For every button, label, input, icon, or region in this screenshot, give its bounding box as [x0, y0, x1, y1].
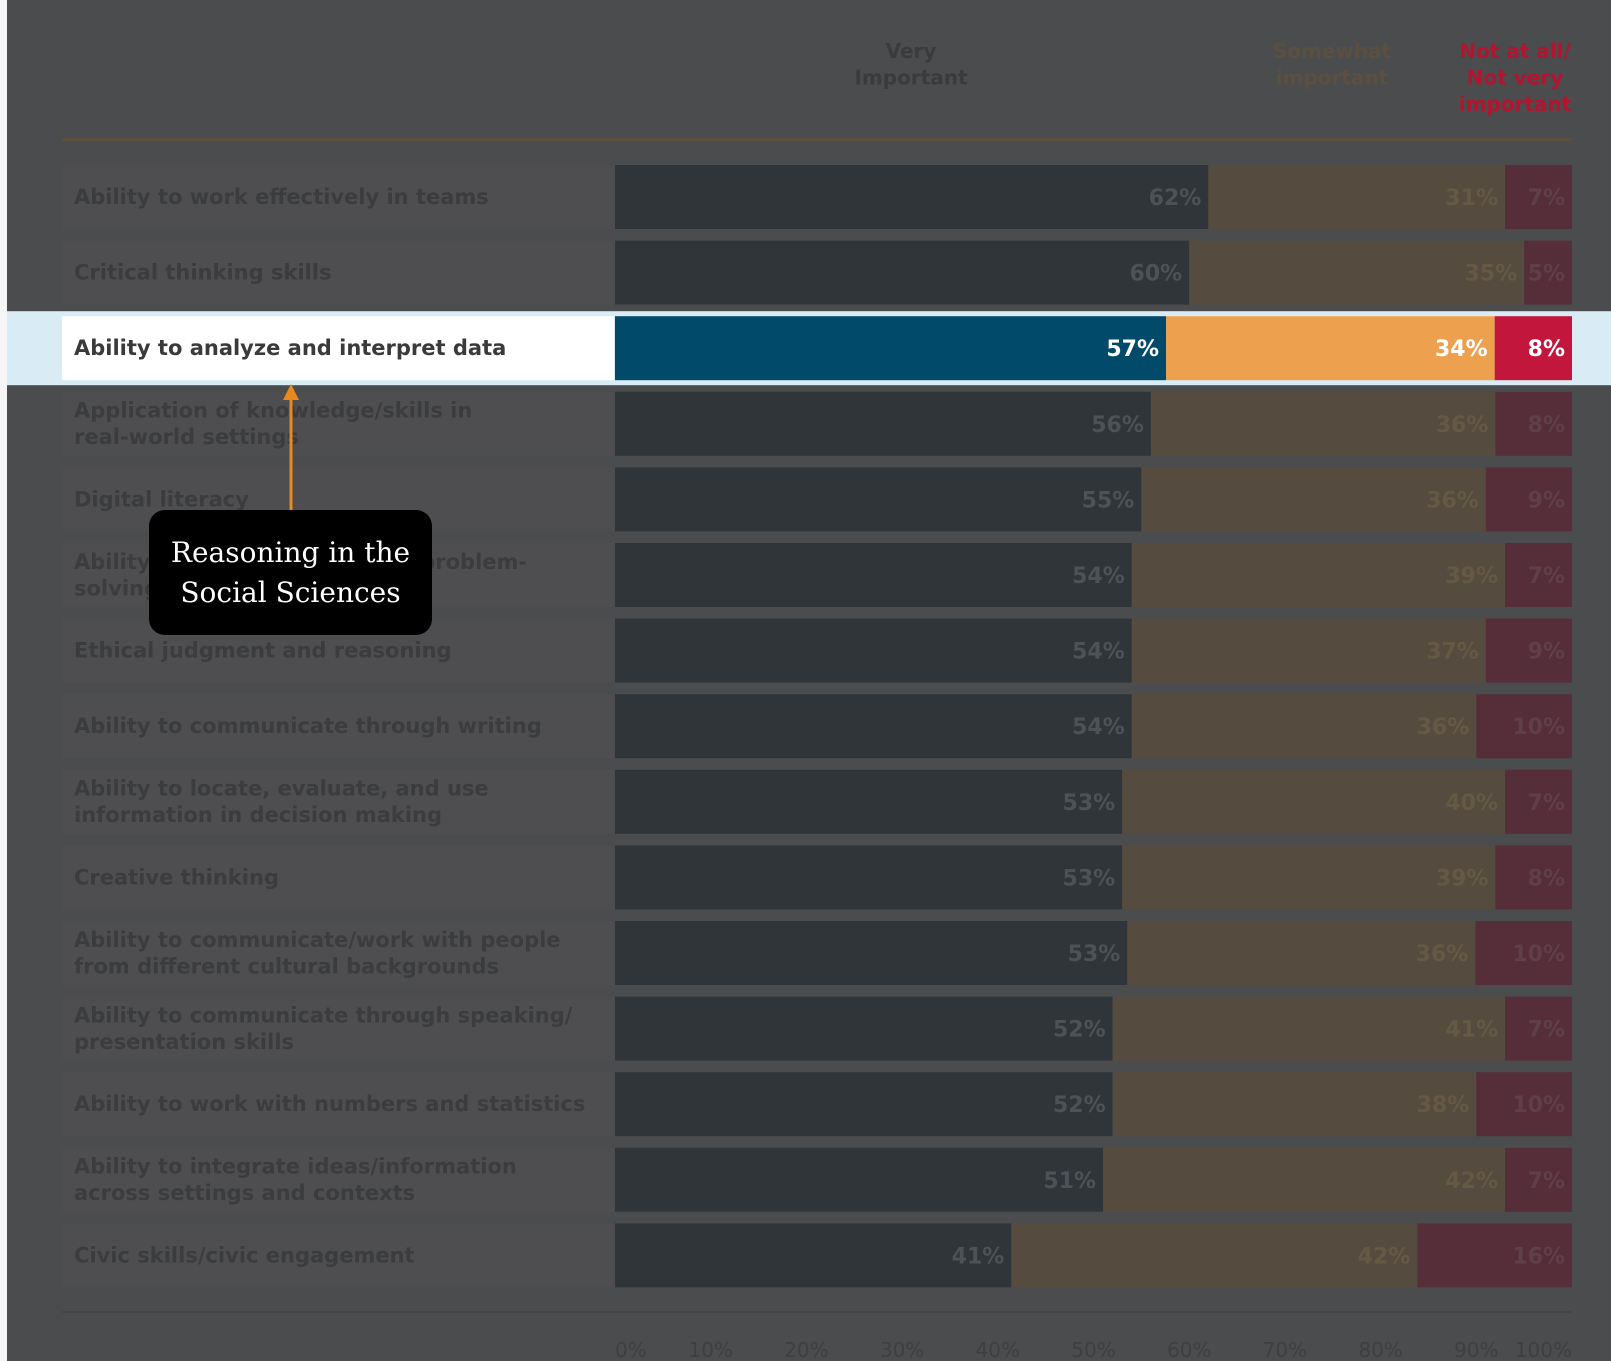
header-somewhat-important: Somewhat important: [1273, 39, 1392, 90]
data-label: 9%: [1528, 488, 1565, 513]
data-label: 42%: [1445, 1169, 1498, 1194]
x-tick-label: 90%: [1454, 1338, 1498, 1361]
top-separator-line: [62, 138, 1572, 141]
bar-very-important: [615, 165, 1209, 229]
data-label: 36%: [1416, 942, 1469, 967]
x-tick-label: 0%: [615, 1338, 647, 1361]
bar-very-important: [615, 240, 1190, 305]
row-label: Critical thinking skills: [74, 261, 332, 285]
bar-very-important: [615, 1147, 1104, 1212]
data-label: 7%: [1528, 791, 1565, 816]
stacked-bar-chart: Very Important Somewhat important Not at all…: [7, 39, 1611, 1361]
data-label: 9%: [1528, 640, 1565, 665]
x-tick-label: 40%: [976, 1338, 1020, 1361]
x-tick-label: 60%: [1167, 1338, 1211, 1361]
callout-tooltip: Reasoning in the Social Sciences: [149, 510, 432, 635]
bar-very-important: [615, 543, 1132, 607]
x-tick-label: 100%: [1515, 1338, 1572, 1361]
data-label: 52%: [1053, 1093, 1106, 1118]
data-label: 16%: [1512, 1244, 1565, 1269]
x-tick-label: 70%: [1263, 1338, 1307, 1361]
data-label: 34%: [1435, 337, 1488, 362]
bar-very-important: [615, 467, 1142, 532]
data-label: 55%: [1082, 488, 1135, 513]
x-tick-label: 50%: [1071, 1338, 1115, 1361]
data-label: 5%: [1528, 262, 1565, 287]
data-label: 10%: [1512, 1093, 1565, 1118]
data-label: 8%: [1528, 337, 1565, 362]
row-label: Ability to communicate through writing: [74, 714, 542, 738]
data-label: 40%: [1445, 791, 1498, 816]
data-label: 54%: [1072, 564, 1125, 589]
data-label: 36%: [1417, 715, 1470, 740]
data-label: 37%: [1426, 640, 1479, 665]
data-label: 8%: [1528, 866, 1565, 891]
bar-very-important: [615, 618, 1132, 683]
data-label: 7%: [1528, 564, 1565, 589]
bottom-separator-line: [62, 1311, 1572, 1313]
data-label: 35%: [1464, 262, 1517, 287]
data-label: 7%: [1528, 1169, 1565, 1194]
data-label: 53%: [1063, 791, 1116, 816]
bar-very-important: [615, 694, 1132, 759]
row-label: Ability to analyze and interpret data: [74, 336, 506, 360]
data-label: 10%: [1512, 942, 1565, 967]
bar-very-important: [615, 316, 1166, 381]
header-not-important: Not at all/Not very important: [1459, 39, 1572, 116]
data-label: 31%: [1445, 186, 1498, 211]
row-label: Ability to work with numbers and statist…: [74, 1092, 585, 1116]
bar-somewhat-important: [1011, 1223, 1418, 1288]
data-label: 60%: [1130, 262, 1183, 287]
row-label: Creative thinking: [74, 865, 279, 889]
data-label: 56%: [1091, 413, 1144, 438]
x-tick-label: 80%: [1358, 1338, 1402, 1361]
x-tick-label: 20%: [784, 1338, 828, 1361]
data-label: 38%: [1417, 1093, 1470, 1118]
data-label: 39%: [1436, 866, 1489, 891]
data-label: 54%: [1072, 715, 1125, 740]
row-label: Ability to work effectively in teams: [74, 185, 489, 209]
data-label: 42%: [1358, 1244, 1411, 1269]
data-label: 62%: [1149, 186, 1202, 211]
data-label: 54%: [1072, 640, 1125, 665]
data-label: 7%: [1528, 1018, 1565, 1043]
data-label: 51%: [1043, 1169, 1096, 1194]
row-label: Civic skills/civic engagement: [74, 1243, 415, 1267]
data-label: 41%: [1445, 1018, 1498, 1043]
data-label: 52%: [1053, 1018, 1106, 1043]
data-label: 7%: [1528, 186, 1565, 211]
bar-very-important: [615, 391, 1151, 456]
data-label: 39%: [1445, 564, 1498, 589]
callout-arrow-line: [289, 398, 293, 510]
data-label: 36%: [1436, 413, 1489, 438]
data-label: 41%: [952, 1244, 1005, 1269]
row-label: Digital literacy: [74, 487, 249, 511]
data-label: 53%: [1068, 942, 1121, 967]
bar-very-important: [615, 1072, 1113, 1137]
data-label: 8%: [1528, 413, 1565, 438]
row-label: Ethical judgment and reasoning: [74, 639, 452, 663]
bar-very-important: [615, 769, 1123, 834]
x-tick-label: 30%: [880, 1338, 924, 1361]
data-label: 10%: [1512, 715, 1565, 740]
data-label: 36%: [1426, 488, 1479, 513]
bar-very-important: [615, 996, 1113, 1061]
header-very-important: Very Important: [854, 39, 967, 90]
bar-very-important: [615, 921, 1128, 985]
data-label: 53%: [1063, 866, 1116, 891]
x-tick-label: 10%: [688, 1338, 732, 1361]
bar-very-important: [615, 845, 1123, 910]
data-label: 57%: [1106, 337, 1159, 362]
